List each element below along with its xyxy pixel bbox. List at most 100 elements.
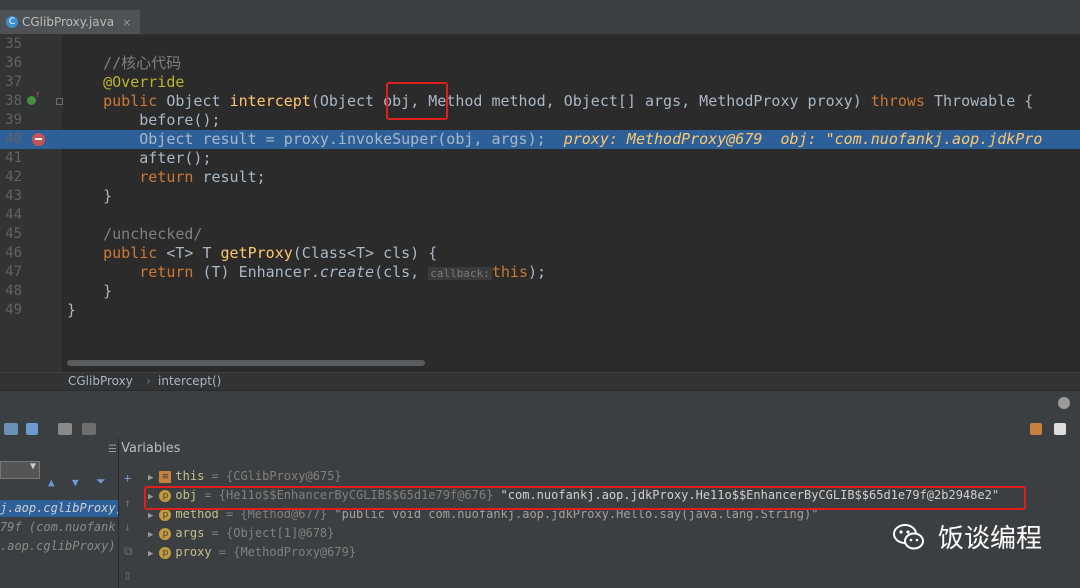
duplicate-icon[interactable]: ⧉ [124,544,133,559]
line-number: 39 [5,112,22,128]
code-text: //核心代码 [67,54,181,73]
params: (Class<T> cls) { [292,244,438,262]
move-down-icon[interactable]: ↓ [124,520,131,534]
expand-icon[interactable]: ▶ [148,511,153,521]
wechat-icon [893,523,924,549]
code-text: } [67,282,112,301]
comment: /unchecked/ [103,225,203,243]
code-text: } [67,301,76,320]
generic: <T> T [157,244,221,262]
watermark: 饭谈编程 [892,518,1042,555]
variable-row[interactable]: ▶ ≡ this = {CGlibProxy@675} [148,467,1078,485]
method-name: getProxy [220,244,293,262]
code-editor[interactable]: 35 36 //核心代码 37 @Override 38 public Obje… [0,35,1080,372]
keyword: return [139,263,194,281]
code-line: 46 public <T> T getProxy(Class<T> cls) { [0,244,1080,263]
parameter-icon: p [159,546,172,559]
thread-selector[interactable]: ▼ [0,461,40,479]
frame-item[interactable]: 79f (com.nuofank.i [0,519,118,536]
settings-icon[interactable] [1058,397,1070,409]
expand-icon[interactable]: ▶ [148,473,153,483]
variables-icon: ☰ [108,444,117,455]
copy-value-icon[interactable]: ▯ [124,568,131,582]
line-number: 46 [5,245,22,261]
debug-hint: proxy: MethodProxy@679 [563,130,763,148]
code-line: 47 return (T) Enhancer.create(cls, callb… [0,263,1080,282]
threads-icon[interactable] [82,423,96,435]
method-call: create [319,263,375,281]
move-up-icon[interactable]: ↑ [124,496,131,510]
restore-icon[interactable] [4,423,18,435]
breadcrumb-method[interactable]: intercept() [158,373,221,390]
line-number: 44 [5,207,22,223]
line-number: 47 [5,264,22,280]
execution-line: 40 Object result = proxy.invokeSuper(obj… [0,130,1080,149]
line-number: 43 [5,188,22,204]
code-text: public Object intercept(Object obj, Meth… [67,92,1033,111]
brace: } [67,301,77,319]
debug-panel: ▼ ▲ ▼ ⏷ j.aop.cglibProxy) 79f (com.nuofa… [0,438,1080,588]
code-line: 49 } [0,301,1080,320]
code-text: after(); [67,149,211,168]
close-icon[interactable]: × [122,16,131,29]
expand-icon[interactable]: ▶ [148,549,153,559]
breakpoint-icon[interactable] [32,133,45,146]
var-value: = {MethodProxy@679} [211,545,357,559]
down-arrow-icon[interactable]: ▼ [72,476,79,489]
expand-icon[interactable]: ▶ [148,530,153,540]
code-text: return result; [67,168,265,187]
up-arrow-icon[interactable]: ▲ [48,476,55,489]
parameter-icon: p [159,508,172,521]
filter-icon[interactable]: ⏷ [96,474,106,489]
java-class-icon: C [6,16,18,28]
debug-toolbar [0,390,1080,439]
add-watch-icon[interactable]: + [124,471,131,485]
fold-icon[interactable] [56,98,63,105]
brace: } [103,187,113,205]
param-hint: callback: [428,267,492,280]
frames-list: ▼ ▲ ▼ ⏷ j.aop.cglibProxy) 79f (com.nuofa… [0,438,119,588]
type: Object [166,92,221,110]
param: (Object [310,92,384,110]
code-text: before(); [67,111,221,130]
line-number: 45 [5,226,22,242]
code-text: } [67,187,112,206]
override-marker-icon[interactable] [27,90,40,105]
horizontal-scrollbar[interactable] [67,360,425,366]
tab-cglibproxy[interactable]: C CGlibProxy.java × [0,10,140,34]
breadcrumb-class[interactable]: CGlibProxy [68,373,133,390]
annotation: @Override [103,73,185,91]
args: (cls, [374,263,429,281]
evaluate-icon[interactable] [58,423,72,435]
field-icon: ≡ [159,470,172,483]
breadcrumb-separator: › [146,374,151,388]
code-text: Object result = proxy.invokeSuper(obj, a… [67,130,1042,149]
layout-icon[interactable] [1030,423,1042,435]
code-line: 41 after(); [0,149,1080,168]
frame-item[interactable]: j.aop.cglibProxy) [0,500,118,517]
statement: before(); [139,111,221,129]
copy-icon[interactable] [1054,423,1066,435]
line-number: 49 [5,302,22,318]
parameter-icon: p [159,527,172,540]
breadcrumb: CGlibProxy › intercept() [0,372,1080,391]
line-number: 38 [5,93,22,109]
variables-title: Variables [121,441,181,456]
code-line: 38 public Object intercept(Object obj, M… [0,90,1080,111]
var-name: this [175,469,205,483]
var-name: args [175,526,205,540]
cast: (T) Enhancer. [193,263,320,281]
throws-type: Throwable { [924,92,1034,110]
code-line: 48 } [0,282,1080,301]
line-number: 48 [5,283,22,299]
code-line: 35 [0,35,1080,54]
keyword: throws [870,92,925,110]
line-number: 35 [5,36,22,52]
step-cursor-icon[interactable] [26,423,38,435]
statement: Object result = proxy.invokeSuper(obj, a… [139,130,546,148]
line-number: 40 [5,131,22,147]
params: , Method method, Object[] args, MethodPr… [410,92,871,110]
code-line: 44 [0,206,1080,225]
line-number: 42 [5,169,22,185]
frame-item[interactable]: .aop.cglibProxy) [0,538,118,555]
